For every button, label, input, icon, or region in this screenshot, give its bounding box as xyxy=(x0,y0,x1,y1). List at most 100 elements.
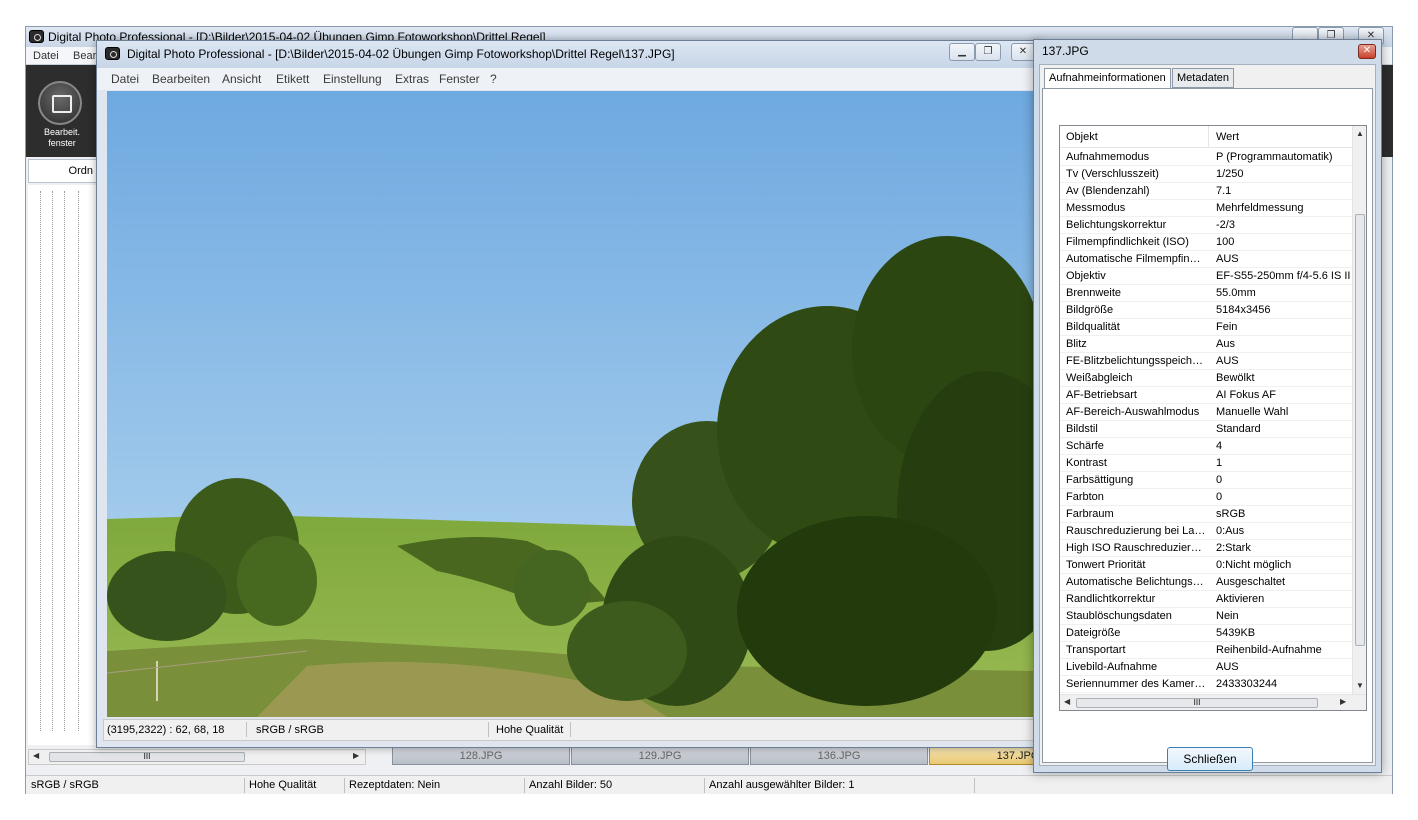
status-selected-count: Anzahl ausgewählter Bilder: 1 xyxy=(709,779,855,791)
thumbnail-tab[interactable]: 136.JPG xyxy=(750,747,928,765)
list-vertical-scrollbar[interactable]: ▲ ▼ xyxy=(1352,126,1366,694)
info-row-value: 1/250 xyxy=(1216,168,1244,180)
info-row[interactable]: Transportart Reihenbild-Aufnahme xyxy=(1060,642,1352,659)
column-header-wert[interactable]: Wert xyxy=(1216,131,1239,143)
info-row[interactable]: Kontrast 1 xyxy=(1060,455,1352,472)
folder-tab[interactable]: Ordn xyxy=(28,159,98,183)
info-row[interactable]: AF-Betriebsart AI Fokus AF xyxy=(1060,387,1352,404)
info-row[interactable]: Farbton 0 xyxy=(1060,489,1352,506)
info-row-value: AUS xyxy=(1216,355,1239,367)
info-row-value: 55.0mm xyxy=(1216,287,1256,299)
info-row[interactable]: Messmodus Mehrfeldmessung xyxy=(1060,200,1352,217)
info-row[interactable]: AF-Bereich-Auswahlmodus Manuelle Wahl xyxy=(1060,404,1352,421)
folder-tree[interactable] xyxy=(28,185,98,745)
info-row[interactable]: Belichtungskorrektur -2/3 xyxy=(1060,217,1352,234)
scroll-down-icon[interactable]: ▼ xyxy=(1356,681,1364,690)
menu-ansicht[interactable]: Ansicht xyxy=(222,72,261,86)
status-color-space: sRGB / sRGB xyxy=(31,779,99,791)
info-row[interactable]: Bildgröße 5184x3456 xyxy=(1060,302,1352,319)
thumbnail-tab[interactable]: 128.JPG xyxy=(392,747,570,765)
close-icon[interactable]: ✕ xyxy=(1011,43,1035,61)
dialog-titlebar[interactable]: 137.JPG xyxy=(1034,40,1381,62)
tree-guide xyxy=(52,191,53,731)
info-row[interactable]: FE-Blitzbelichtungsspeicher... AUS xyxy=(1060,353,1352,370)
info-row[interactable]: Weißabgleich Bewölkt xyxy=(1060,370,1352,387)
scroll-left-icon[interactable]: ◀ xyxy=(1064,697,1070,706)
scroll-right-icon[interactable]: ▶ xyxy=(353,751,359,760)
menu-datei[interactable]: Datei xyxy=(33,50,59,62)
scrollbar-thumb[interactable] xyxy=(1355,214,1365,646)
info-row[interactable]: Bildqualität Fein xyxy=(1060,319,1352,336)
menu-bearbeiten[interactable]: Bear xyxy=(73,50,96,62)
info-row[interactable]: Livebild-Aufnahme AUS xyxy=(1060,659,1352,676)
tab-panel: Objekt Wert Aufnahmemodus P (Programmauto… xyxy=(1042,88,1373,771)
info-row[interactable]: Randlichtkorrektur Aktivieren xyxy=(1060,591,1352,608)
info-row-value: Mehrfeldmessung xyxy=(1216,202,1304,214)
status-separator xyxy=(244,778,245,793)
scrollbar-thumb[interactable]: III xyxy=(49,752,245,762)
info-row[interactable]: Bildstil Standard xyxy=(1060,421,1352,438)
menu-datei[interactable]: Datei xyxy=(111,72,139,86)
scroll-right-icon[interactable]: ▶ xyxy=(1340,697,1346,706)
maximize-icon[interactable]: ❐ xyxy=(975,43,1001,61)
info-row-value: -2/3 xyxy=(1216,219,1235,231)
info-row[interactable]: High ISO Rauschreduzierung 2:Stark xyxy=(1060,540,1352,557)
info-row[interactable]: Blitz Aus xyxy=(1060,336,1352,353)
tree-guide xyxy=(78,191,79,731)
close-button[interactable]: Schließen xyxy=(1167,747,1253,771)
info-row[interactable]: Brennweite 55.0mm xyxy=(1060,285,1352,302)
list-horizontal-scrollbar[interactable]: ◀ III ▶ xyxy=(1060,694,1366,710)
info-row[interactable]: Staublöschungsdaten Nein xyxy=(1060,608,1352,625)
info-row[interactable]: Rauschreduzierung bei Lan... 0:Aus xyxy=(1060,523,1352,540)
info-row[interactable]: Seriennummer des Kamera... 2433303244 xyxy=(1060,676,1352,693)
minimize-icon[interactable]: ▁ xyxy=(949,43,975,61)
thumbnail-tab[interactable]: 129.JPG xyxy=(571,747,749,765)
info-row-value: sRGB xyxy=(1216,508,1246,520)
info-row[interactable]: Automatische Filmempfindli... AUS xyxy=(1060,251,1352,268)
info-row[interactable]: Farbsättigung 0 xyxy=(1060,472,1352,489)
scroll-up-icon[interactable]: ▲ xyxy=(1356,129,1364,138)
scroll-left-icon[interactable]: ◀ xyxy=(33,751,39,760)
status-quality: Hohe Qualität xyxy=(249,779,317,791)
info-row[interactable]: Aufnahmemodus P (Programmautomatik) xyxy=(1060,149,1352,166)
info-row[interactable]: Filmempfindlichkeit (ISO) 100 xyxy=(1060,234,1352,251)
status-recipe: Rezeptdaten: Nein xyxy=(349,779,441,791)
info-row[interactable]: Automatische Belichtungso... Ausgeschalte… xyxy=(1060,574,1352,591)
info-row-value: 0:Aus xyxy=(1216,525,1245,537)
info-row-key: Farbsättigung xyxy=(1066,474,1134,486)
info-row[interactable]: Tonwert Priorität 0:Nicht möglich xyxy=(1060,557,1352,574)
column-divider[interactable] xyxy=(1208,126,1209,148)
editor-window: Digital Photo Professional - [D:\Bilder\… xyxy=(96,40,1040,748)
scrollbar-thumb[interactable]: III xyxy=(1076,698,1318,708)
close-icon[interactable]: ✕ xyxy=(1358,44,1376,59)
status-separator xyxy=(524,778,525,793)
info-row[interactable]: Av (Blendenzahl) 7.1 xyxy=(1060,183,1352,200)
photo-preview[interactable] xyxy=(107,91,1033,717)
info-row[interactable]: Objektiv EF-S55-250mm f/4-5.6 IS II xyxy=(1060,268,1352,285)
menu-bearbeiten[interactable]: Bearbeiten xyxy=(152,72,210,86)
info-row[interactable]: Schärfe 4 xyxy=(1060,438,1352,455)
grip-glyph: III xyxy=(143,752,151,761)
grip-glyph: III xyxy=(1193,698,1201,707)
menu-etikett[interactable]: Etikett xyxy=(276,72,309,86)
info-row[interactable]: Dateigröße 5439KB xyxy=(1060,625,1352,642)
menu-fenster[interactable]: Fenster xyxy=(439,72,480,86)
app-camera-icon xyxy=(29,30,44,43)
menu-einstellung[interactable]: Einstellung xyxy=(323,72,382,86)
info-row-key: Staublöschungsdaten xyxy=(1066,610,1172,622)
editor-titlebar[interactable]: Digital Photo Professional - [D:\Bilder\… xyxy=(97,41,1039,68)
main-statusbar: sRGB / sRGB Hohe Qualität Rezeptdaten: N… xyxy=(26,775,1392,794)
info-row-key: Av (Blendenzahl) xyxy=(1066,185,1150,197)
menu-help[interactable]: ? xyxy=(490,72,497,86)
tab-aufnahmeinformationen[interactable]: Aufnahmeinformationen xyxy=(1044,68,1171,89)
info-list[interactable]: Objekt Wert Aufnahmemodus P (Programmauto… xyxy=(1059,125,1367,711)
info-row[interactable]: Farbraum sRGB xyxy=(1060,506,1352,523)
info-row[interactable]: Tv (Verschlusszeit) 1/250 xyxy=(1060,166,1352,183)
column-header-objekt[interactable]: Objekt xyxy=(1066,131,1098,143)
folder-horizontal-scrollbar[interactable]: ◀ III ▶ xyxy=(28,749,366,765)
edit-window-button[interactable] xyxy=(38,81,82,125)
status-image-count: Anzahl Bilder: 50 xyxy=(529,779,613,791)
menu-extras[interactable]: Extras xyxy=(395,72,429,86)
tab-metadaten[interactable]: Metadaten xyxy=(1172,68,1234,88)
status-color-space: sRGB / sRGB xyxy=(256,724,324,736)
